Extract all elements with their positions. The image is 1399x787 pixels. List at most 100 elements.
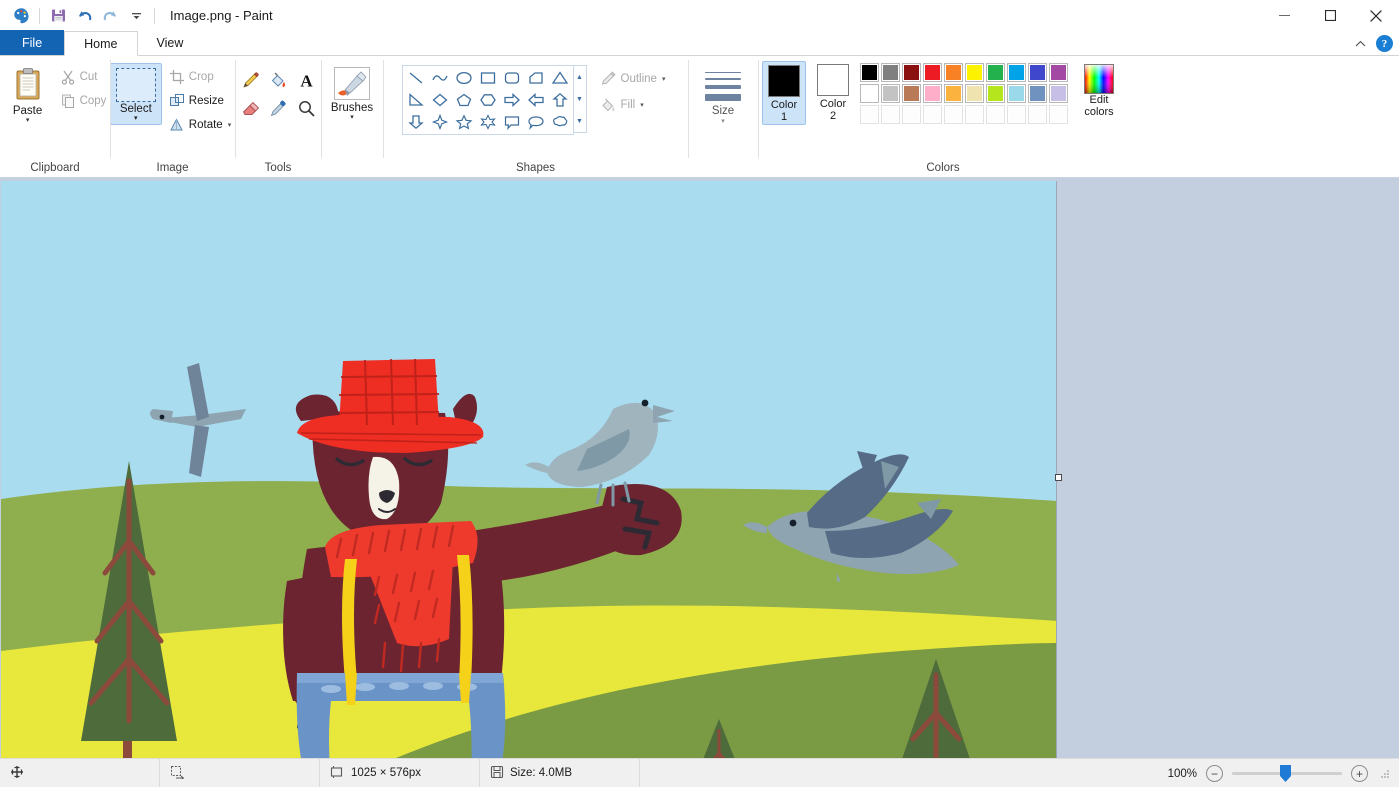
help-icon[interactable]: ? [1376,35,1393,52]
palette-swatch-r3-c8[interactable] [1007,105,1026,124]
palette-swatch-r2-c10[interactable] [1049,84,1068,103]
shape-left-arrow-icon[interactable] [524,89,548,111]
palette-swatch-r3-c4[interactable] [923,105,942,124]
size-caret: ▾ [721,117,725,125]
shape-diagonal-triangle-icon[interactable] [404,89,428,111]
shape-pentagon-icon[interactable] [452,89,476,111]
shape-triangle-icon[interactable] [548,67,572,89]
crop-button[interactable]: Crop [165,65,237,88]
redo-icon[interactable] [97,3,123,29]
eraser-tool-icon[interactable] [237,95,263,121]
magnifier-tool-icon[interactable] [293,95,319,121]
size-button[interactable]: Size ▾ [699,63,747,129]
image-canvas[interactable] [1,181,1057,758]
selection-size-icon [170,765,185,782]
collapse-ribbon-icon[interactable] [1352,36,1368,52]
window-title: Image.png - Paint [170,8,273,23]
shape-rounded-rectangle-icon[interactable] [500,67,524,89]
text-tool-icon[interactable]: A [293,67,319,93]
shape-four-point-star-icon[interactable] [428,111,452,133]
palette-swatch-r2-c2[interactable] [881,84,900,103]
shape-five-point-star-icon[interactable] [452,111,476,133]
palette-swatch-r3-c1[interactable] [860,105,879,124]
palette-swatch-r2-c5[interactable] [944,84,963,103]
fill-tool-icon[interactable] [265,67,291,93]
rotate-button[interactable]: Rotate ▾ [165,113,237,136]
palette-swatch-r1-c6[interactable] [965,63,984,82]
palette-swatch-r1-c4[interactable] [923,63,942,82]
palette-swatch-r1-c10[interactable] [1049,63,1068,82]
brushes-button[interactable]: Brushes ▾ [324,63,380,122]
shape-up-arrow-icon[interactable] [548,89,572,111]
resize-button[interactable]: Resize [165,89,237,112]
svg-text:A: A [300,71,313,90]
palette-swatch-r2-c3[interactable] [902,84,921,103]
shapes-scroll-up-icon[interactable]: ▲ [574,66,586,88]
customize-qat-icon[interactable] [123,3,149,29]
fill-button[interactable]: Fill ▾ [596,93,672,116]
shape-right-triangle-icon[interactable] [524,67,548,89]
palette-swatch-r3-c2[interactable] [881,105,900,124]
palette-swatch-r1-c9[interactable] [1028,63,1047,82]
palette-swatch-r3-c10[interactable] [1049,105,1068,124]
palette-swatch-r2-c6[interactable] [965,84,984,103]
palette-swatch-r3-c9[interactable] [1028,105,1047,124]
shape-cloud-callout-icon[interactable] [548,111,572,133]
color-picker-tool-icon[interactable] [265,95,291,121]
palette-swatch-r1-c8[interactable] [1007,63,1026,82]
shape-rectangle-icon[interactable] [476,67,500,89]
palette-swatch-r2-c7[interactable] [986,84,1005,103]
shape-oval-icon[interactable] [452,67,476,89]
image-size-cell: 1025 × 576px [320,759,480,787]
canvas-work-area[interactable] [0,178,1399,758]
tab-home[interactable]: Home [64,31,137,56]
tab-file[interactable]: File [0,30,64,55]
zoom-out-button[interactable]: − [1206,765,1223,782]
shape-down-arrow-icon[interactable] [404,111,428,133]
zoom-slider[interactable] [1232,765,1342,782]
palette-swatch-r2-c4[interactable] [923,84,942,103]
palette-swatch-r1-c1[interactable] [860,63,879,82]
resize-handle-right[interactable] [1055,474,1062,481]
color1-button[interactable]: Color 1 [762,61,806,125]
palette-swatch-r2-c9[interactable] [1028,84,1047,103]
shape-right-arrow-icon[interactable] [500,89,524,111]
pencil-tool-icon[interactable] [237,67,263,93]
minimize-button[interactable] [1261,0,1307,31]
palette-swatch-r1-c5[interactable] [944,63,963,82]
paint-palette-icon[interactable] [8,3,34,29]
zoom-slider-thumb[interactable] [1280,765,1291,782]
palette-swatch-r2-c8[interactable] [1007,84,1026,103]
maximize-button[interactable] [1307,0,1353,31]
save-icon[interactable] [45,3,71,29]
shape-six-point-star-icon[interactable] [476,111,500,133]
color1-index: 1 [781,111,787,123]
palette-swatch-r3-c3[interactable] [902,105,921,124]
edit-colors-button[interactable]: Edit colors [1073,61,1125,121]
shape-diamond-icon[interactable] [428,89,452,111]
palette-swatch-r3-c5[interactable] [944,105,963,124]
shape-hexagon-icon[interactable] [476,89,500,111]
shape-curve-icon[interactable] [428,67,452,89]
resize-grip-icon[interactable] [1379,768,1391,780]
palette-swatch-r2-c1[interactable] [860,84,879,103]
group-label-clipboard: Clipboard [30,161,79,178]
undo-icon[interactable] [71,3,97,29]
tab-view[interactable]: View [138,30,203,55]
shape-rectangular-callout-icon[interactable] [500,111,524,133]
select-button[interactable]: Select ▾ [110,63,162,125]
color2-button[interactable]: Color 2 [811,61,855,123]
palette-swatch-r1-c2[interactable] [881,63,900,82]
palette-swatch-r3-c7[interactable] [986,105,1005,124]
shape-rounded-callout-icon[interactable] [524,111,548,133]
palette-swatch-r3-c6[interactable] [965,105,984,124]
zoom-in-button[interactable]: + [1351,765,1368,782]
palette-swatch-r1-c7[interactable] [986,63,1005,82]
shapes-scroll-down-icon[interactable]: ▼ [574,88,586,110]
paste-button[interactable]: Paste ▾ [0,63,56,125]
outline-button[interactable]: Outline ▾ [596,67,672,90]
close-button[interactable] [1353,0,1399,31]
shapes-expand-icon[interactable]: ▼ [574,110,586,132]
shape-line-icon[interactable] [404,67,428,89]
palette-swatch-r1-c3[interactable] [902,63,921,82]
